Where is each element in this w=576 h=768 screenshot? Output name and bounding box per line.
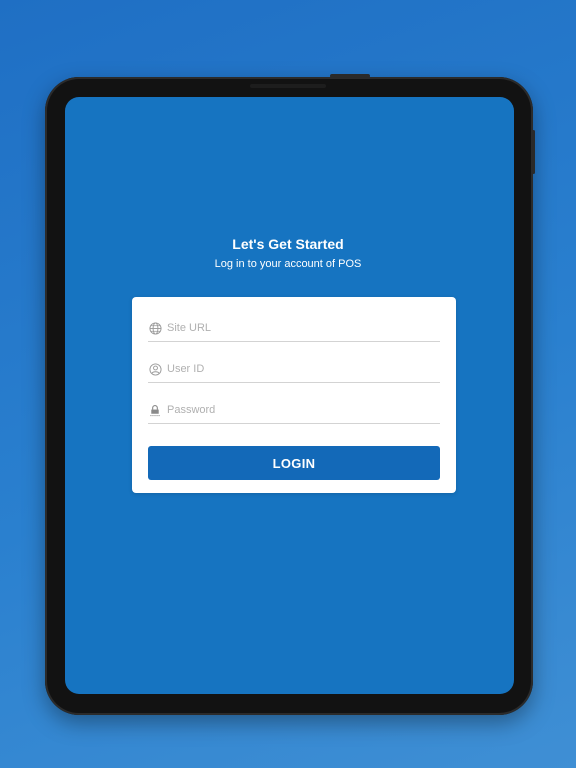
user-id-input[interactable]	[167, 363, 427, 375]
user-id-field[interactable]	[148, 356, 440, 383]
tablet-camera-bar	[250, 84, 326, 88]
site-url-input[interactable]	[167, 322, 427, 334]
site-url-field[interactable]	[148, 315, 440, 342]
login-button[interactable]: LOGIN	[148, 446, 440, 480]
page-subtitle: Log in to your account of POS	[214, 258, 362, 270]
tablet-top-button	[330, 74, 370, 78]
page-title: Let's Get Started	[232, 236, 344, 252]
globe-icon	[148, 321, 162, 335]
tablet-side-button	[532, 130, 535, 174]
user-icon	[148, 362, 162, 376]
lock-icon	[148, 403, 162, 417]
password-field[interactable]	[148, 397, 440, 424]
login-card: LOGIN	[132, 297, 456, 493]
password-input[interactable]	[167, 404, 427, 416]
